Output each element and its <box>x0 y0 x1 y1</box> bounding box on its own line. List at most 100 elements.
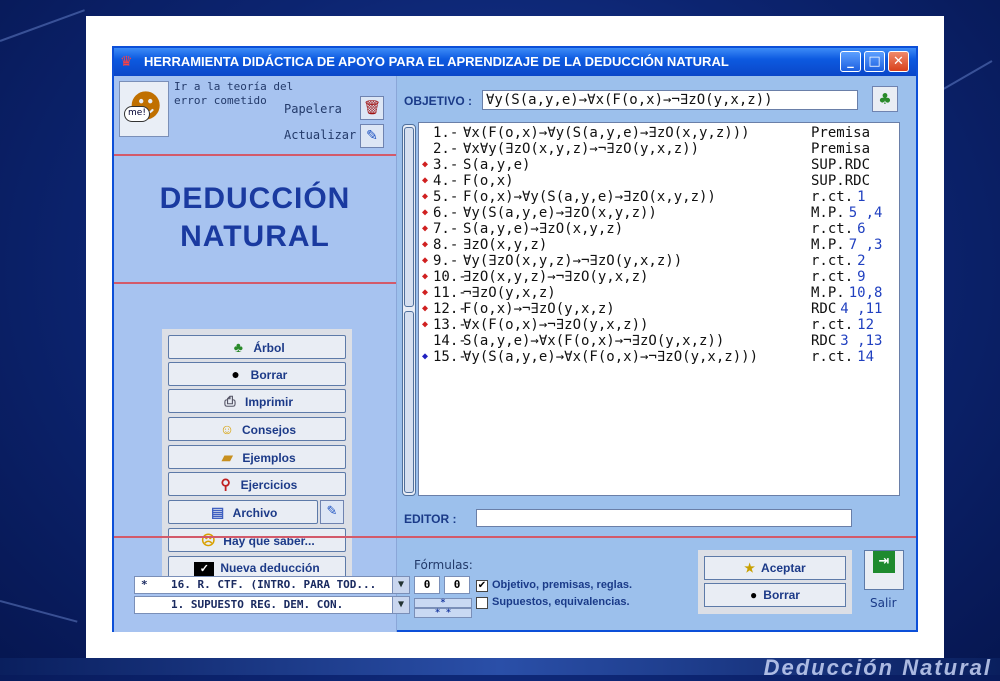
imprimir-button[interactable]: ⎙ Imprimir <box>168 389 346 413</box>
trash-icon: 🗑 <box>363 100 381 116</box>
row-rule: SUP.RDC <box>811 157 874 173</box>
row-rule-name: r.ct. <box>811 317 854 333</box>
deduction-row[interactable]: ◆ 6.- ∀y(S(a,y,e)→∃zO(x,y,z)) M.P. 5 ,4 <box>419 205 899 221</box>
editor-label: EDITOR : <box>404 512 457 526</box>
left-panel: ☻ me! Ir a la teoría del error cometido … <box>114 76 397 632</box>
maximize-button[interactable]: □ <box>864 51 885 72</box>
aceptar-button[interactable]: ★ Aceptar <box>704 556 846 580</box>
archivo-edit-button[interactable]: ✎ <box>320 500 344 524</box>
minimize-button[interactable]: _ <box>840 51 861 72</box>
deduction-row[interactable]: 2.- ∀x∀y(∃zO(x,y,z)→¬∃zO(y,x,z)) Premisa <box>419 141 899 157</box>
hay-que-saber-button[interactable]: ☹ Hay que saber... <box>168 528 346 552</box>
row-number: 8.- <box>433 237 459 253</box>
chevron-down-icon[interactable]: ▼ <box>392 577 409 593</box>
row-rule-name: r.ct. <box>811 269 854 285</box>
deduction-row[interactable]: ◆ 3.- S(a,y,e) SUP.RDC <box>419 157 899 173</box>
row-marker-icon: ◆ <box>422 287 429 298</box>
edit-icon: ✎ <box>326 504 338 519</box>
deduction-row[interactable]: ◆ 9.- ∀y(∃zO(x,y,z)→¬∃zO(y,x,z)) r.ct. 2 <box>419 253 899 269</box>
row-formula: F(o,x)→∀y(S(a,y,e)→∃zO(x,y,z)) <box>463 189 716 205</box>
row-formula: ¬∃zO(y,x,z) <box>463 285 556 301</box>
row-number: 11.- <box>433 285 467 301</box>
deduction-row[interactable]: ◆ 15.- ∀y(S(a,y,e)→∀x(F(o,x)→¬∃zO(y,x,z)))… <box>419 349 899 365</box>
papelera-button[interactable]: 🗑 <box>360 96 384 120</box>
row-rule: SUP.RDC <box>811 173 874 189</box>
exit-icon: ⇥ <box>873 551 895 573</box>
deduction-row[interactable]: ◆ 8.- ∃zO(x,y,z) M.P. 7 ,3 <box>419 237 899 253</box>
row-formula: S(a,y,e)→∀x(F(o,x)→¬∃zO(y,x,z)) <box>463 333 725 349</box>
deduction-row[interactable]: 1.- ∀x(F(o,x)→∀y(S(a,y,e)→∃zO(x,y,z))) Pre… <box>419 125 899 141</box>
row-marker-icon: ◆ <box>422 223 429 234</box>
row-rule-ref: 12 <box>857 317 875 333</box>
tree-view-button[interactable]: ♣ <box>872 86 898 112</box>
supuestos-checkbox[interactable] <box>476 597 488 609</box>
row-rule: r.ct. 9 <box>811 269 866 285</box>
borrar-button[interactable]: ● Borrar <box>704 583 846 607</box>
borrar-menu-button[interactable]: ● Borrar <box>168 362 346 386</box>
row-rule-ref: 4 ,11 <box>840 301 883 317</box>
row-rule-name: Premisa <box>811 125 871 141</box>
row-rule: r.ct. 12 <box>811 317 874 333</box>
scroll-thumb-upper[interactable] <box>404 127 414 307</box>
deduction-scrollbar[interactable] <box>402 124 416 496</box>
deduction-row[interactable]: ◆ 11.- ¬∃zO(y,x,z) M.P. 10,8 <box>419 285 899 301</box>
row-rule-name: RDC <box>811 333 837 349</box>
deduction-row[interactable]: 14.- S(a,y,e)→∀x(F(o,x)→¬∃zO(y,x,z)) RDC 3 … <box>419 333 899 349</box>
objetivo-check-label: Objetivo, premisas, reglas. <box>492 579 633 591</box>
row-marker-icon: ◆ <box>422 303 429 314</box>
bottom-separator <box>114 536 916 538</box>
count-field-1[interactable]: 0 <box>414 576 440 594</box>
editor-input[interactable] <box>476 509 852 527</box>
row-rule-name: r.ct. <box>811 349 854 365</box>
title-bar[interactable]: ♛ HERRAMIENTA DIDÁCTICA DE APOYO PARA EL… <box>114 48 916 76</box>
edit-icon: ✎ <box>366 128 378 144</box>
title-line2: NATURAL <box>180 220 330 253</box>
chevron-down-icon[interactable]: ▼ <box>392 597 409 613</box>
row-marker-icon: ◆ <box>422 319 429 330</box>
scroll-thumb-lower[interactable] <box>404 311 414 493</box>
deduction-row[interactable]: ◆ 4.- F(o,x) SUP.RDC <box>419 173 899 189</box>
row-number: 4.- <box>433 173 459 189</box>
row-formula: S(a,y,e)→∃zO(x,y,z) <box>463 221 624 237</box>
arbol-button[interactable]: ♣ Árbol <box>168 335 346 359</box>
assumption-combo-value: 1. SUPUESTO REG. DEM. CON. <box>171 598 344 611</box>
count-field-2[interactable]: 0 <box>444 576 470 594</box>
app-window: ♛ HERRAMIENTA DIDÁCTICA DE APOYO PARA EL… <box>112 46 918 632</box>
surprised-face-icon: ☹ <box>200 532 216 548</box>
row-formula: ∃zO(x,y,z) <box>463 237 548 253</box>
menu-panel: ♣ Árbol ● Borrar ⎙ Imprimir ☺ Consejos ▰ Ejem… <box>162 329 352 591</box>
row-rule: Premisa <box>811 141 874 157</box>
objetivo-field[interactable]: ∀y(S(a,y,e)→∀x(F(o,x)→¬∃zO(y,x,z)) <box>482 90 858 110</box>
archivo-button[interactable]: ▤ Archivo <box>168 500 318 524</box>
row-rule-ref: 7 ,3 <box>848 237 883 253</box>
deduction-row[interactable]: ◆ 13.- ∀x(F(o,x)→¬∃zO(y,x,z)) r.ct. 12 <box>419 317 899 333</box>
row-rule: r.ct. 2 <box>811 253 866 269</box>
row-rule-ref: 6 <box>857 221 866 237</box>
stars-box: * <box>414 598 472 608</box>
ejercicios-button[interactable]: ⚲ Ejercicios <box>168 472 346 496</box>
row-rule: r.ct. 1 <box>811 189 866 205</box>
assumption-combo[interactable]: 1. SUPUESTO REG. DEM. CON. ▼ <box>134 596 410 614</box>
salir-button[interactable]: ⇥ <box>864 550 904 590</box>
rule-combo[interactable]: * 16. R. CTF. (INTRO. PARA TOD... ▼ <box>134 576 410 594</box>
close-button[interactable]: ✕ <box>888 51 909 72</box>
row-rule: r.ct. 14 <box>811 349 874 365</box>
deduction-row[interactable]: ◆ 7.- S(a,y,e)→∃zO(x,y,z) r.ct. 6 <box>419 221 899 237</box>
deduction-row[interactable]: ◆ 12.- F(o,x)→¬∃zO(y,x,z) RDC 4 ,11 <box>419 301 899 317</box>
actualizar-button[interactable]: ✎ <box>360 124 384 148</box>
error-theory-button[interactable]: ☻ me! <box>119 81 169 137</box>
row-formula: ∀x(F(o,x)→¬∃zO(y,x,z)) <box>463 317 649 333</box>
objetivo-label: OBJETIVO : <box>404 94 473 108</box>
row-number: 13.- <box>433 317 467 333</box>
deduction-panel[interactable]: 1.- ∀x(F(o,x)→∀y(S(a,y,e)→∃zO(x,y,z))) Pre… <box>418 122 900 496</box>
ejemplos-button[interactable]: ▰ Ejemplos <box>168 445 346 469</box>
row-number: 7.- <box>433 221 459 237</box>
background-streak <box>0 600 78 623</box>
row-number: 15.- <box>433 349 467 365</box>
deduction-row[interactable]: ◆ 10.- ∃zO(x,y,z)→¬∃zO(y,x,z) r.ct. 9 <box>419 269 899 285</box>
objetivo-checkbox[interactable]: ✔ <box>476 580 488 592</box>
row-rule: M.P. 5 ,4 <box>811 205 882 221</box>
deduction-row[interactable]: ◆ 5.- F(o,x)→∀y(S(a,y,e)→∃zO(x,y,z)) r.ct. 1 <box>419 189 899 205</box>
consejos-button[interactable]: ☺ Consejos <box>168 417 346 441</box>
row-formula: ∀x∀y(∃zO(x,y,z)→¬∃zO(y,x,z)) <box>463 141 700 157</box>
